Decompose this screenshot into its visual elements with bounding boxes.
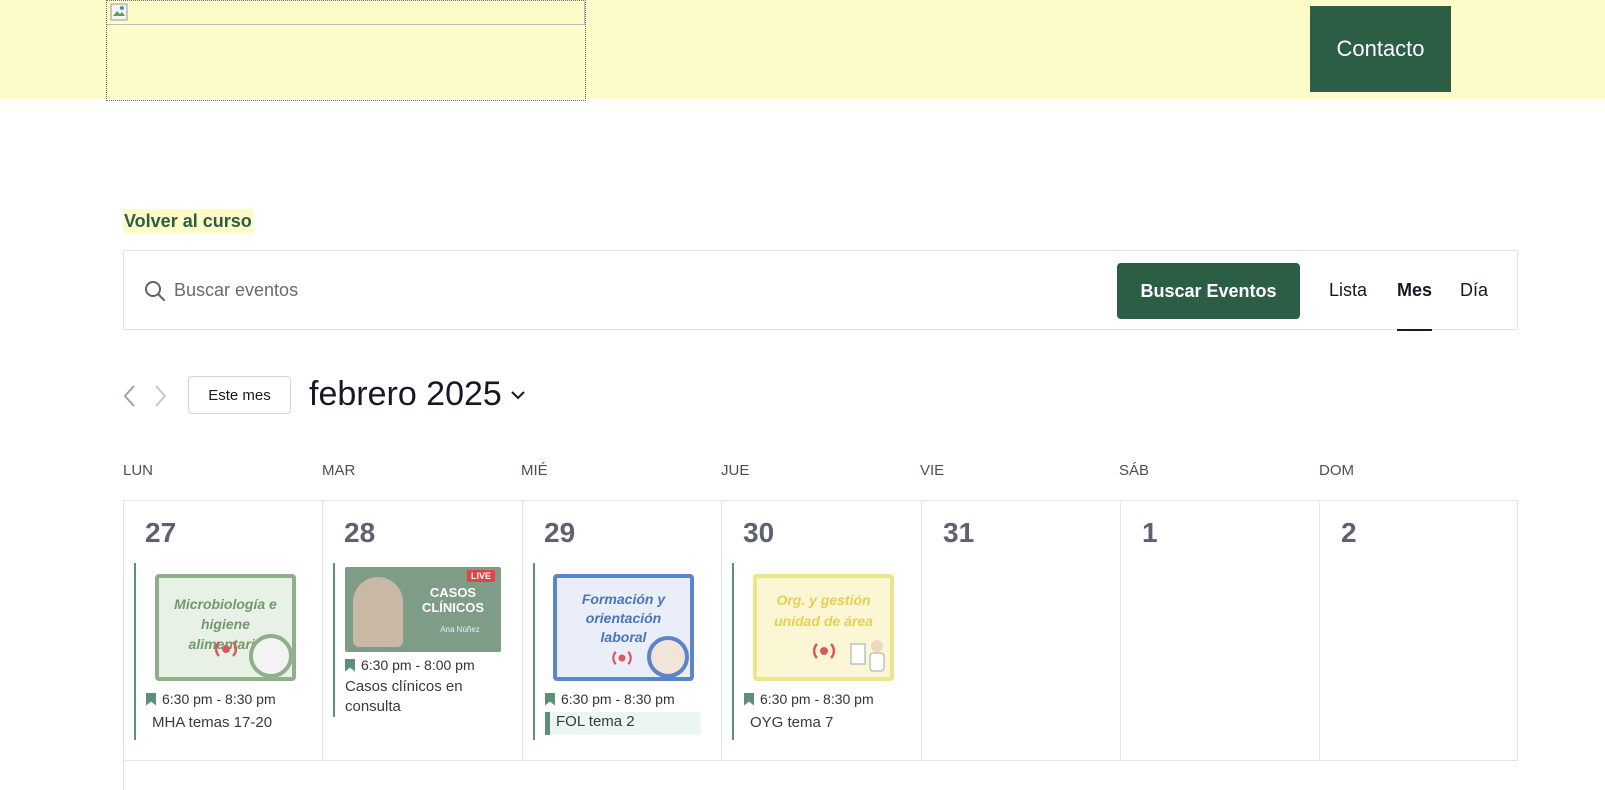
event-title[interactable]: FOL tema 2: [545, 712, 701, 735]
calendar-day-cell: 30 Org. y gestión unidad de área 6:30 pm…: [722, 501, 922, 761]
this-month-button[interactable]: Este mes: [188, 376, 291, 414]
bookmark-icon: [345, 658, 355, 672]
doctor-illustration-icon: [850, 640, 885, 672]
live-broadcast-icon: [214, 641, 238, 657]
view-day-tab[interactable]: Día: [1460, 251, 1488, 330]
day-number[interactable]: 1: [1142, 517, 1158, 549]
weekday-header: VIE: [920, 462, 945, 479]
live-broadcast-icon: [812, 643, 836, 659]
live-badge: LIVE: [466, 570, 495, 582]
month-calendar-grid: 27 Microbiología e higiene alimentaria 6…: [123, 500, 1518, 790]
day-number[interactable]: 2: [1341, 517, 1357, 549]
event-time: 6:30 pm - 8:00 pm: [345, 657, 475, 673]
event-thumbnail[interactable]: Microbiología e higiene alimentaria: [155, 574, 296, 681]
weekday-header: SÁB: [1119, 462, 1150, 479]
month-picker[interactable]: febrero 2025: [309, 375, 526, 414]
event-thumbnail[interactable]: Org. y gestión unidad de área: [753, 574, 894, 681]
event-thumbnail-title: CASOS CLÍNICOS: [421, 585, 485, 615]
calendar-event[interactable]: Microbiología e higiene alimentaria 6:30…: [134, 563, 312, 740]
weekday-header: DOM: [1319, 462, 1354, 479]
calendar-event[interactable]: Org. y gestión unidad de área 6:30 pm - …: [732, 563, 910, 740]
day-number[interactable]: 31: [943, 517, 974, 549]
bookmark-icon: [146, 692, 156, 706]
view-month-tab[interactable]: Mes: [1397, 251, 1433, 331]
bookmark-icon: [744, 692, 754, 706]
previous-month-icon[interactable]: [122, 384, 136, 408]
speaker-photo: [353, 577, 403, 647]
event-time: 6:30 pm - 8:30 pm: [146, 691, 276, 707]
month-label: febrero 2025: [309, 375, 502, 413]
weekday-header: LUN: [123, 462, 154, 479]
day-number[interactable]: 30: [743, 517, 774, 549]
broken-image-icon: [107, 1, 585, 25]
event-title[interactable]: MHA temas 17-20: [152, 713, 272, 733]
calendar-event[interactable]: Formación y orientación laboral 6:30 pm …: [533, 563, 711, 740]
site-logo-link[interactable]: [106, 0, 586, 101]
event-title[interactable]: Casos clínicos en consulta: [345, 677, 495, 717]
event-thumbnail-speaker: Ana Núñez: [440, 625, 480, 634]
event-time: 6:30 pm - 8:30 pm: [545, 691, 675, 707]
speaker-avatar: [249, 634, 292, 677]
weekday-header: MIÉ: [521, 462, 548, 479]
calendar-day-cell: 2: [1320, 501, 1518, 761]
search-icon: [145, 281, 165, 301]
speaker-avatar: [647, 636, 689, 677]
event-thumbnail[interactable]: Formación y orientación laboral: [553, 574, 694, 681]
live-broadcast-icon: [612, 651, 632, 665]
event-title[interactable]: OYG tema 7: [750, 713, 833, 733]
calendar-day-cell: 27 Microbiología e higiene alimentaria 6…: [124, 501, 323, 761]
calendar-day-cell: 31: [922, 501, 1121, 761]
search-events-button[interactable]: Buscar Eventos: [1117, 263, 1300, 319]
site-header: Contacto: [0, 0, 1605, 101]
calendar-day-cell: 1: [1121, 501, 1320, 761]
event-time: 6:30 pm - 8:30 pm: [744, 691, 874, 707]
events-search-bar: Buscar Eventos Lista Mes Día: [123, 250, 1518, 331]
next-month-icon[interactable]: [154, 384, 168, 408]
contact-button[interactable]: Contacto: [1310, 6, 1451, 92]
weekday-header: JUE: [721, 462, 750, 479]
calendar-day-cell: 29 Formación y orientación laboral 6:30 …: [523, 501, 722, 761]
view-list-tab[interactable]: Lista: [1329, 251, 1367, 330]
event-thumbnail[interactable]: LIVE CASOS CLÍNICOS Ana Núñez: [345, 567, 501, 652]
search-input[interactable]: [174, 273, 1074, 307]
back-to-course-link[interactable]: Volver al curso: [123, 209, 253, 233]
calendar-day-cell: 28 LIVE CASOS CLÍNICOS Ana Núñez 6:30 pm…: [323, 501, 523, 761]
bookmark-icon: [545, 692, 555, 706]
weekday-header: MAR: [322, 462, 356, 479]
day-number[interactable]: 29: [544, 517, 575, 549]
day-number[interactable]: 27: [145, 517, 176, 549]
chevron-down-icon: [511, 390, 525, 399]
day-number[interactable]: 28: [344, 517, 375, 549]
event-thumbnail-title: Org. y gestión unidad de área: [774, 592, 873, 629]
calendar-event[interactable]: LIVE CASOS CLÍNICOS Ana Núñez 6:30 pm - …: [333, 563, 511, 717]
